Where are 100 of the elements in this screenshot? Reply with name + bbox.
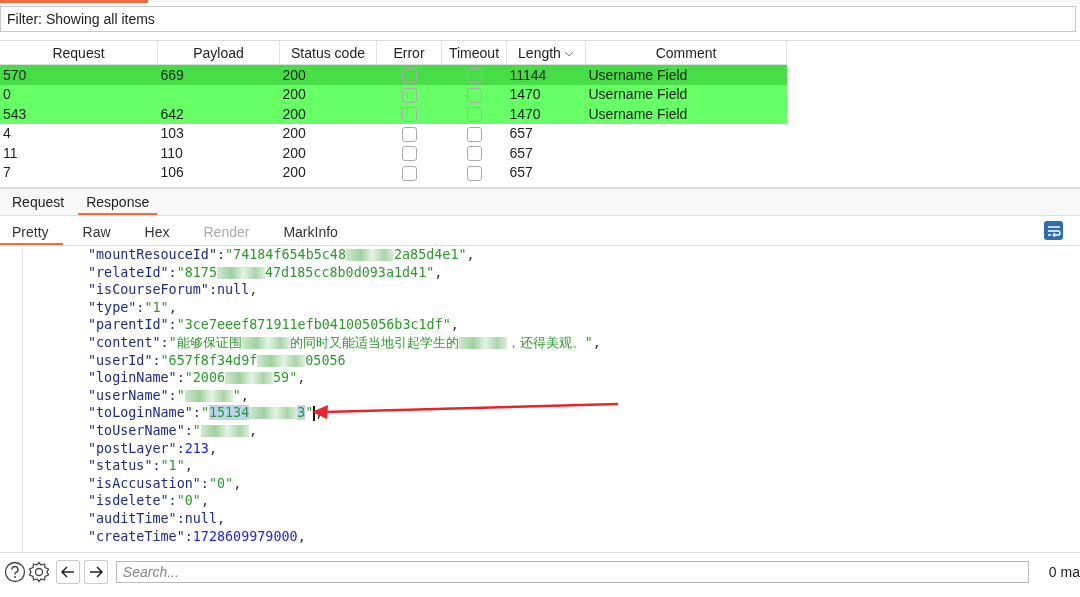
punctuation: , [592, 334, 601, 350]
redaction-block [346, 249, 394, 261]
json-value: " [232, 387, 241, 403]
tab[interactable]: Request [4, 194, 73, 215]
json-value: "8175 [176, 264, 217, 280]
punctuation: , [434, 264, 443, 280]
column-header[interactable]: Length [506, 41, 586, 65]
table-cell: 200 [282, 86, 306, 103]
table-row[interactable]: 570 669 200 11144 Username Field [0, 64, 787, 85]
tab[interactable]: Hex [132, 224, 184, 245]
table-cell: 0 [3, 86, 11, 103]
json-key: "parentId": [88, 317, 177, 333]
punctuation: , [240, 387, 249, 403]
table-cell: Username Field [588, 66, 688, 83]
table-cell: 200 [282, 105, 306, 122]
tab[interactable]: Response [78, 194, 158, 215]
punctuation: , [314, 405, 323, 421]
json-key: "userId": [88, 352, 161, 368]
json-key: "loginName": [88, 370, 185, 386]
json-value: 05056 [305, 352, 346, 368]
punctuation: , [249, 282, 258, 298]
table-cell: 11 [3, 144, 18, 161]
table-cell: 200 [282, 164, 306, 181]
json-value: " [200, 405, 209, 421]
punctuation: , [168, 299, 177, 315]
json-key: "userName": [88, 387, 177, 403]
table-cell: 1470 [509, 86, 541, 103]
table-row[interactable]: 0 200 1470 Username Field [0, 84, 787, 104]
table-cell: 200 [282, 144, 306, 161]
redaction-block [217, 266, 265, 279]
redaction-block [257, 354, 306, 367]
json-value: "0" [208, 475, 234, 491]
table-row[interactable]: 4 103 200 657 [0, 123, 787, 143]
table-cell: 570 [3, 66, 27, 83]
word-wrap-button[interactable] [1044, 221, 1063, 240]
table-cell: 657 [509, 144, 533, 161]
json-value: "657f8f34d9f [160, 352, 258, 368]
column-header[interactable]: Status code [279, 41, 377, 65]
json-key: "createTime": [88, 528, 193, 544]
help-icon[interactable] [4, 561, 26, 583]
punctuation: , [200, 493, 209, 509]
json-key: "isdelete": [88, 493, 177, 509]
table-cell: 642 [160, 105, 184, 122]
table-cell: 103 [160, 125, 184, 142]
table-cell: Username Field [588, 105, 688, 122]
table-cell: 7 [3, 164, 11, 181]
json-key: "status": [88, 458, 161, 474]
table-cell: 657 [509, 125, 533, 142]
json-key: "toLoginName": [88, 405, 201, 421]
json-value: "2006 [184, 370, 226, 386]
column-header[interactable]: Error [376, 41, 442, 65]
json-key: "mountResouceId": [88, 247, 226, 262]
punctuation: , [297, 528, 306, 544]
json-value: null [184, 510, 217, 526]
json-value: " [176, 387, 185, 403]
settings-icon[interactable] [28, 561, 50, 583]
json-value: "1" [144, 299, 169, 315]
json-key: "relateId": [88, 264, 177, 280]
filter-field[interactable]: Filter: Showing all items [0, 6, 1076, 32]
punctuation: , [233, 475, 242, 491]
selected-text: 3 [297, 405, 306, 421]
table-cell: 106 [160, 164, 184, 181]
punctuation: , [248, 422, 257, 438]
table-row[interactable]: 543 642 200 1470 Username Field [0, 104, 787, 124]
table-cell: 657 [509, 164, 533, 181]
left-arrow-icon [60, 566, 75, 578]
redaction-block [458, 336, 507, 349]
json-value: 1728609979000 [192, 528, 298, 544]
json-value: "3ce7eeef871911efb041005056b3c1df" [176, 317, 451, 333]
redaction-block [249, 407, 298, 420]
json-key: "auditTime": [88, 510, 185, 526]
json-value: "74184f654b5c48 [225, 247, 346, 262]
json-value: " [192, 422, 201, 438]
column-header[interactable]: Timeout [441, 41, 507, 65]
search-field[interactable]: Search... [115, 561, 1029, 583]
tab[interactable]: Pretty [0, 224, 63, 245]
json-key: "isAccusation": [88, 475, 209, 491]
forward-button[interactable] [83, 560, 108, 584]
selected-text: 15134 [208, 405, 250, 421]
tab[interactable]: MarkInfo [271, 224, 352, 245]
match-count: 0 ma [1048, 564, 1080, 580]
column-header[interactable]: Request [0, 41, 158, 65]
column-header[interactable]: Comment [585, 41, 787, 65]
table-cell: 11144 [509, 66, 547, 83]
json-key: "postLayer": [88, 440, 185, 456]
json-value: 2a85d4e1" [394, 247, 467, 262]
redaction-block [241, 336, 290, 349]
json-key: "type": [88, 299, 145, 315]
tab[interactable]: Raw [70, 224, 125, 245]
punctuation: , [208, 440, 217, 456]
json-key: "isCourseForum": [88, 282, 217, 298]
json-value: null [217, 282, 250, 298]
right-arrow-icon [88, 566, 103, 578]
json-value: 47d185cc8b0d093a1d41" [265, 264, 435, 280]
column-header[interactable]: Payload [157, 41, 280, 65]
json-value: " [305, 405, 314, 421]
back-button[interactable] [56, 560, 80, 584]
table-cell: 543 [3, 105, 27, 122]
table-cell: 1470 [509, 105, 541, 122]
punctuation: , [217, 510, 226, 526]
